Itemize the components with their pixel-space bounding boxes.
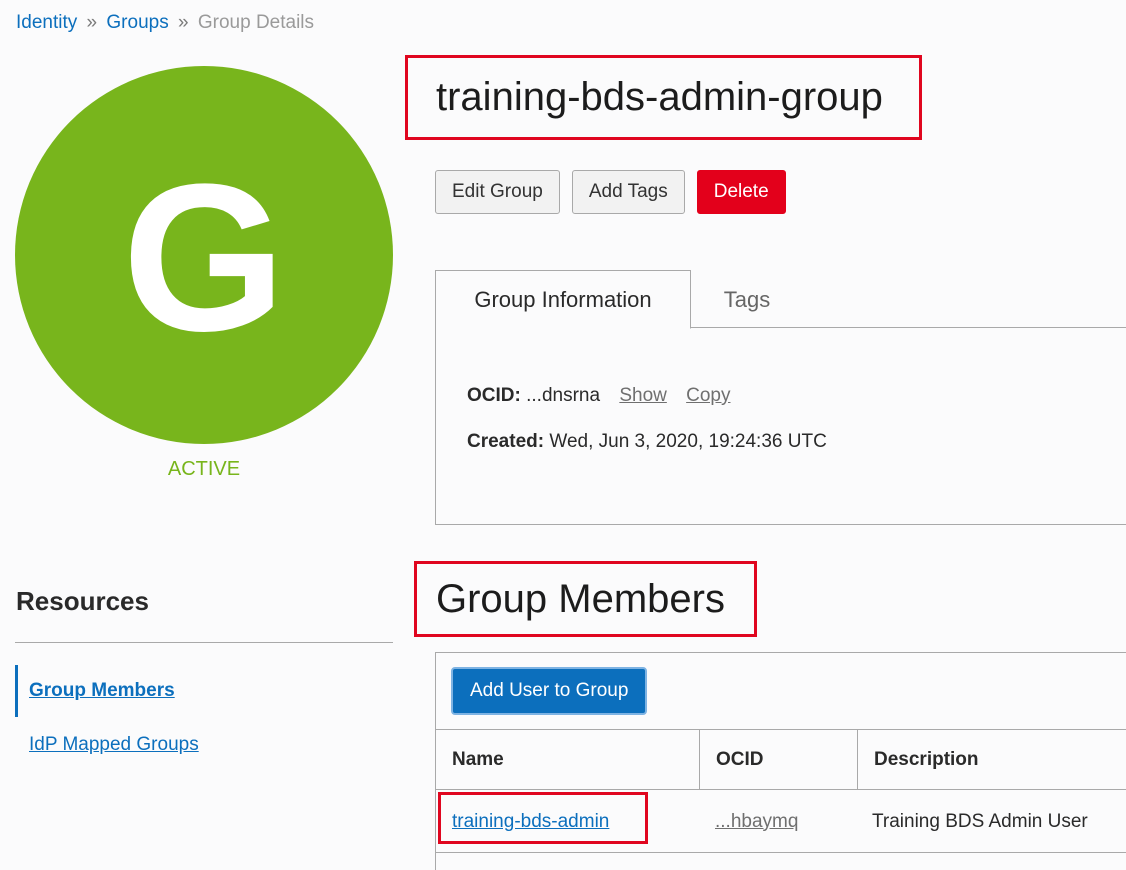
resource-item-group-members[interactable]: Group Members — [15, 665, 393, 717]
breadcrumb: Identity » Groups » Group Details — [16, 12, 314, 34]
cell-name: training-bds-admin — [436, 790, 699, 853]
status-badge: ACTIVE — [167, 458, 241, 480]
tab-tags[interactable]: Tags — [691, 270, 803, 329]
breadcrumb-groups[interactable]: Groups — [106, 12, 168, 33]
detail-tabs: Group Information Tags — [435, 270, 1126, 329]
tab-group-information[interactable]: Group Information — [435, 270, 691, 329]
table-row: training-bds-admin ...hbaymq Training BD… — [436, 790, 1126, 853]
members-table: Name OCID Description training-bds-admin… — [436, 729, 1126, 853]
cell-ocid: ...hbaymq — [699, 790, 857, 853]
member-name-link[interactable]: training-bds-admin — [452, 811, 609, 833]
ocid-show-link[interactable]: Show — [619, 385, 667, 406]
members-title: Group Members — [436, 576, 725, 621]
add-tags-button[interactable]: Add Tags — [571, 170, 685, 214]
action-bar: Edit Group Add Tags Delete — [435, 170, 786, 214]
breadcrumb-current: Group Details — [197, 12, 315, 33]
edit-group-button[interactable]: Edit Group — [435, 170, 560, 214]
resource-item-idp-mapped-groups[interactable]: IdP Mapped Groups — [15, 719, 393, 771]
ocid-label: OCID: — [467, 385, 521, 406]
breadcrumb-separator: » — [86, 12, 98, 33]
column-header-description[interactable]: Description — [857, 730, 1126, 790]
column-header-ocid[interactable]: OCID — [699, 730, 857, 790]
table-header: Name OCID Description — [436, 730, 1126, 790]
breadcrumb-separator: » — [178, 12, 189, 33]
resources-divider — [15, 642, 393, 643]
breadcrumb-identity[interactable]: Identity — [16, 12, 77, 33]
created-value: Wed, Jun 3, 2020, 19:24:36 UTC — [549, 431, 827, 452]
created-label: Created: — [467, 431, 545, 452]
group-avatar: G — [15, 66, 393, 444]
resources-title: Resources — [16, 586, 149, 616]
delete-button[interactable]: Delete — [696, 170, 786, 214]
avatar-letter: G — [122, 140, 286, 375]
column-header-name[interactable]: Name — [436, 730, 699, 790]
page-title: training-bds-admin-group — [436, 75, 883, 119]
member-ocid-link[interactable]: ...hbaymq — [715, 811, 798, 833]
created-row: Created: Wed, Jun 3, 2020, 19:24:36 UTC — [467, 431, 827, 453]
members-panel: Add User to Group Name OCID Description … — [435, 652, 1126, 870]
ocid-value: ...dnsrna — [526, 385, 601, 406]
cell-description: Training BDS Admin User — [872, 810, 1088, 832]
members-title-highlight: Group Members — [414, 561, 757, 637]
group-information-panel: OCID: ...dnsrna Show Copy Created: Wed, … — [435, 328, 1126, 525]
ocid-row: OCID: ...dnsrna Show Copy — [467, 385, 731, 407]
ocid-copy-link[interactable]: Copy — [686, 385, 730, 406]
title-highlight: training-bds-admin-group — [405, 55, 922, 140]
add-user-to-group-button[interactable]: Add User to Group — [451, 667, 648, 715]
